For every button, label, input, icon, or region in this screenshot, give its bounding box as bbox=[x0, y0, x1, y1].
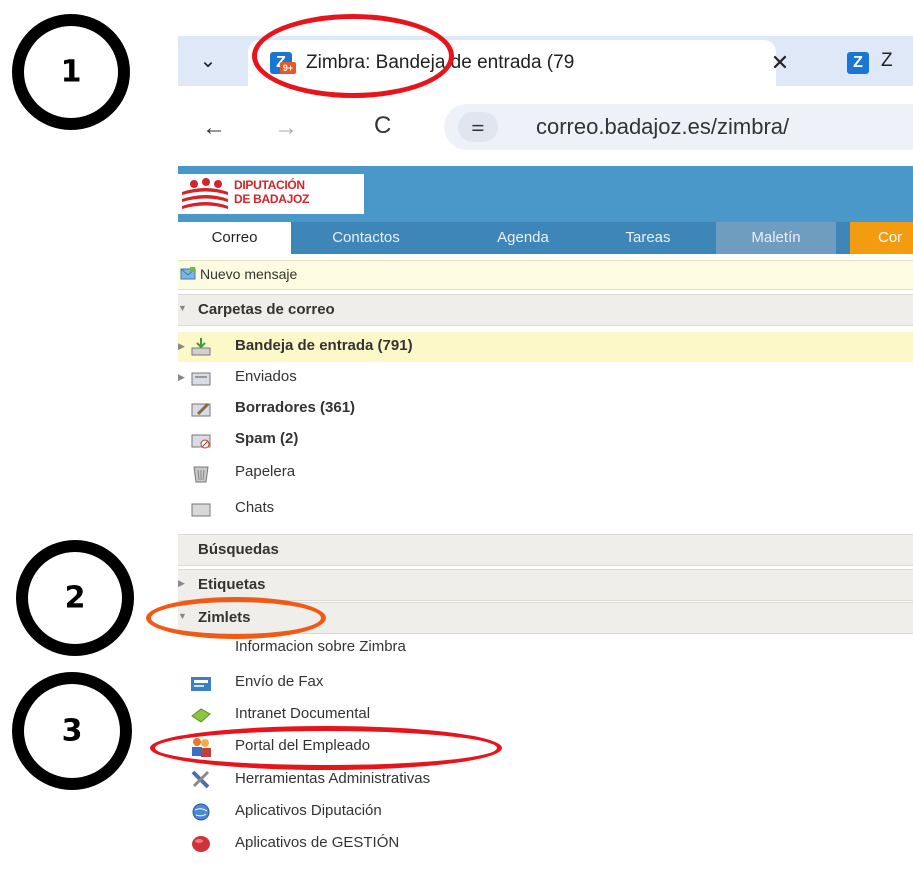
annotation-highlight-portal bbox=[150, 726, 502, 770]
sent-icon bbox=[191, 372, 211, 386]
tab-orange[interactable]: Cor bbox=[850, 222, 913, 254]
folder-chats[interactable]: Chats bbox=[178, 494, 913, 524]
folder-label: Borradores (361) bbox=[235, 399, 356, 416]
fax-icon bbox=[191, 677, 211, 691]
chats-folder-icon bbox=[191, 503, 211, 517]
app-tabs: Correo Contactos Agenda Tareas Maletín C… bbox=[178, 222, 913, 254]
folder-label: Spam (2) bbox=[235, 430, 299, 447]
url-text[interactable]: correo.badajoz.es/zimbra/ bbox=[536, 114, 789, 140]
folder-sent[interactable]: ▶ Enviados bbox=[178, 363, 913, 393]
folder-trash[interactable]: Papelera bbox=[178, 458, 913, 488]
tab-correo[interactable]: Correo bbox=[178, 222, 291, 254]
tab-search-dropdown-icon[interactable]: ⌄ bbox=[194, 48, 222, 74]
folder-drafts[interactable]: Borradores (361) bbox=[178, 394, 913, 424]
annotation-highlight-zimlets bbox=[146, 597, 326, 639]
step-number: 2 bbox=[64, 580, 86, 616]
globe-icon bbox=[192, 803, 210, 821]
annotation-highlight-tab bbox=[252, 14, 454, 98]
searches-header[interactable]: Búsquedas bbox=[178, 534, 913, 566]
zimlet-label: Informacion sobre Zimbra bbox=[235, 638, 406, 655]
tab-tareas[interactable]: Tareas bbox=[598, 222, 698, 254]
folder-spam[interactable]: Spam (2) bbox=[178, 425, 913, 455]
expand-icon[interactable]: ▶ bbox=[178, 341, 185, 352]
folder-label: Bandeja de entrada (791) bbox=[235, 337, 413, 354]
new-message-icon bbox=[180, 267, 196, 280]
zimlet-label: Herramientas Administrativas bbox=[235, 770, 431, 787]
caret-right-icon[interactable]: ▶ bbox=[178, 578, 185, 589]
mail-folders-header[interactable]: ▼ Carpetas de correo bbox=[178, 294, 913, 326]
tools-icon bbox=[191, 770, 210, 789]
tab-maletin[interactable]: Maletín bbox=[716, 222, 836, 254]
logo-mark-icon bbox=[182, 178, 228, 209]
diputacion-badajoz-logo[interactable]: DIPUTACIÓN DE BADAJOZ bbox=[178, 174, 364, 214]
step-1-marker: 1 bbox=[12, 14, 130, 130]
reload-icon[interactable]: C bbox=[374, 112, 391, 140]
zimbra-favicon-icon[interactable]: Z bbox=[847, 52, 869, 74]
zimlet-aplicativos-diputacion[interactable]: Aplicativos Diputación bbox=[178, 797, 913, 827]
inbox-icon bbox=[191, 338, 211, 356]
trash-icon bbox=[193, 466, 209, 483]
folder-label: Chats bbox=[235, 499, 275, 516]
close-tab-icon[interactable]: ✕ bbox=[766, 48, 794, 78]
address-bar[interactable]: ⚌ correo.badajoz.es/zimbra/ bbox=[444, 104, 913, 150]
section-label: Etiquetas bbox=[198, 576, 266, 593]
step-3-marker: 3 bbox=[12, 672, 132, 790]
expand-icon[interactable]: ▶ bbox=[178, 372, 185, 383]
zimlet-label: Intranet Documental bbox=[235, 705, 371, 722]
folder-label: Papelera bbox=[235, 463, 296, 480]
step-number: 1 bbox=[60, 54, 82, 90]
zimlet-fax[interactable]: Envío de Fax bbox=[178, 668, 913, 698]
second-tab-title[interactable]: Z bbox=[881, 50, 913, 72]
zimlet-label: Envío de Fax bbox=[235, 673, 324, 690]
intranet-document-icon bbox=[191, 708, 211, 723]
mail-toolbar: Nuevo mensaje bbox=[178, 260, 913, 290]
section-label: Búsquedas bbox=[198, 541, 279, 558]
zimlet-info-zimbra[interactable]: Informacion sobre Zimbra bbox=[178, 633, 913, 663]
site-info-icon[interactable]: ⚌ bbox=[458, 112, 498, 142]
forward-arrow-icon[interactable]: → bbox=[274, 114, 298, 142]
logo-text: DIPUTACIÓN DE BADAJOZ bbox=[234, 178, 309, 206]
tab-agenda[interactable]: Agenda bbox=[468, 222, 578, 254]
new-message-button[interactable]: Nuevo mensaje bbox=[200, 266, 297, 282]
tags-header[interactable]: ▶ Etiquetas bbox=[178, 569, 913, 601]
zimlet-label: Aplicativos de GESTIÓN bbox=[235, 834, 400, 851]
step-2-marker: 2 bbox=[16, 540, 134, 656]
logo-line-2: DE BADAJOZ bbox=[234, 192, 310, 206]
browser-toolbar: ← → C ⚌ correo.badajoz.es/zimbra/ bbox=[178, 86, 913, 166]
drafts-icon bbox=[191, 402, 211, 417]
back-arrow-icon[interactable]: ← bbox=[202, 114, 226, 142]
caret-down-icon[interactable]: ▼ bbox=[178, 303, 187, 313]
folder-label: Enviados bbox=[235, 368, 297, 385]
step-number: 3 bbox=[61, 713, 83, 749]
zimlet-aplicativos-gestion[interactable]: Aplicativos de GESTIÓN bbox=[178, 829, 913, 859]
zimlet-label: Aplicativos Diputación bbox=[235, 802, 382, 819]
section-label: Carpetas de correo bbox=[198, 301, 335, 318]
tab-contactos[interactable]: Contactos bbox=[306, 222, 426, 254]
spam-icon bbox=[191, 434, 211, 449]
folder-inbox[interactable]: ▶ Bandeja de entrada (791) bbox=[178, 332, 913, 362]
logo-line-1: DIPUTACIÓN bbox=[234, 178, 305, 192]
gestion-app-icon bbox=[192, 836, 210, 852]
app-header: DIPUTACIÓN DE BADAJOZ bbox=[178, 166, 913, 222]
